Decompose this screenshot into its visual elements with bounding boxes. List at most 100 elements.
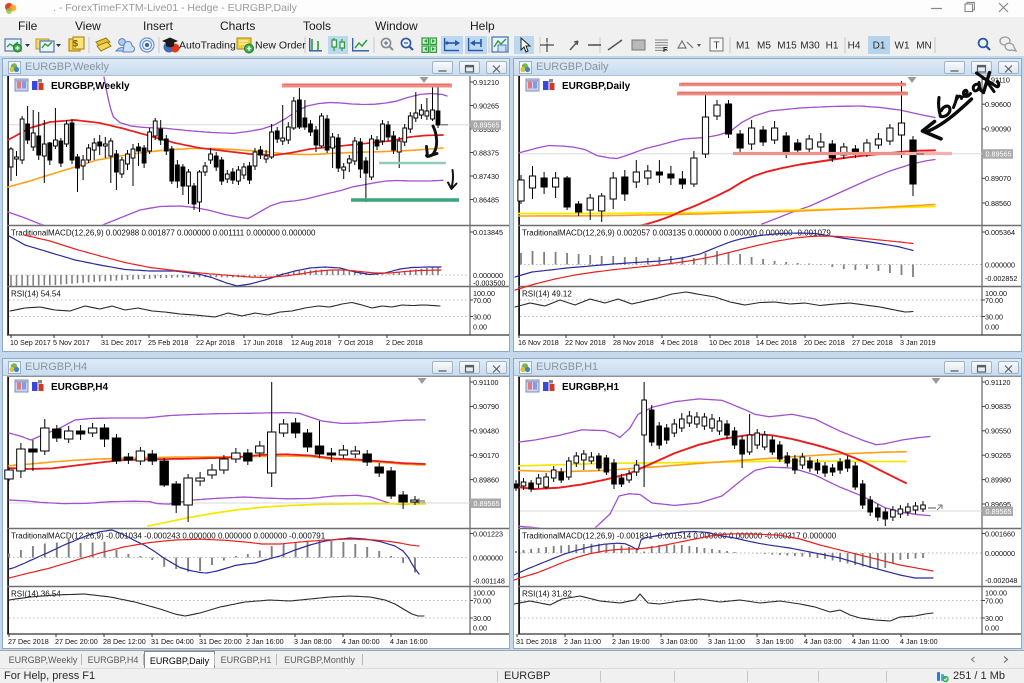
svg-text:17 Jun 2018: 17 Jun 2018 (243, 338, 283, 347)
svg-text:70.00: 70.00 (473, 596, 491, 605)
svg-text:H1: H1 (826, 41, 839, 52)
svg-text:31 Dec 2017: 31 Dec 2017 (101, 338, 142, 347)
svg-text:0.90480: 0.90480 (473, 427, 499, 436)
svg-text:0.00: 0.00 (473, 623, 487, 632)
svg-text:22 Nov 2018: 22 Nov 2018 (565, 338, 606, 347)
svg-text:4 Dec 2018: 4 Dec 2018 (661, 338, 698, 347)
svg-text:5 Nov 2017: 5 Nov 2017 (53, 338, 90, 347)
svg-text:TraditionalMACD(12,26,9) -0.00: TraditionalMACD(12,26,9) -0.001034 -0.00… (11, 532, 326, 541)
svg-text:-0.002852: -0.002852 (985, 274, 1017, 283)
svg-text:EURGBP,H4: EURGBP,H4 (51, 382, 108, 393)
svg-text:D1: D1 (873, 41, 886, 52)
svg-text:25 Feb 2018: 25 Feb 2018 (148, 338, 188, 347)
svg-text:14 Dec 2018: 14 Dec 2018 (756, 338, 797, 347)
svg-text:28 Dec 12:00: 28 Dec 12:00 (103, 637, 146, 646)
svg-text:0.88375: 0.88375 (473, 148, 499, 157)
svg-text:H4: H4 (848, 41, 861, 52)
svg-text:27 Dec 20:00: 27 Dec 20:00 (55, 637, 98, 646)
svg-text:30.00: 30.00 (985, 614, 1003, 623)
svg-text:M30: M30 (800, 41, 820, 52)
svg-text:4 Jan 00:00: 4 Jan 00:00 (342, 637, 380, 646)
svg-text:RSI(14) 49.12: RSI(14) 49.12 (522, 290, 572, 299)
svg-text:0.88560: 0.88560 (985, 199, 1011, 208)
svg-text:0.89070: 0.89070 (985, 174, 1011, 183)
svg-text:0.91210: 0.91210 (473, 78, 499, 87)
svg-text:0.00: 0.00 (473, 322, 487, 331)
svg-text:31 Dec 20:00: 31 Dec 20:00 (199, 637, 242, 646)
svg-text:0.005364: 0.005364 (985, 228, 1015, 237)
svg-text:0.013845: 0.013845 (473, 228, 503, 237)
svg-text:0.00: 0.00 (985, 322, 999, 331)
svg-text:0.89860: 0.89860 (473, 475, 499, 484)
svg-text:3 Jan 11:00: 3 Jan 11:00 (708, 637, 745, 646)
svg-text:30.00: 30.00 (985, 312, 1003, 321)
svg-text:EURGBP,Weekly: EURGBP,Weekly (51, 81, 130, 92)
svg-text:0.90835: 0.90835 (985, 402, 1011, 411)
svg-text:10 Sep 2017: 10 Sep 2017 (10, 338, 51, 347)
svg-text:0.00: 0.00 (985, 623, 999, 632)
svg-text:2 Jan 19:00: 2 Jan 19:00 (612, 637, 650, 646)
svg-text:0.86485: 0.86485 (473, 195, 499, 204)
svg-text:22 Apr 2018: 22 Apr 2018 (196, 338, 235, 347)
svg-text:TraditionalMACD(12,26,9) 0.002: TraditionalMACD(12,26,9) 0.002988 0.0018… (11, 229, 316, 238)
svg-text:$: $ (73, 39, 78, 49)
svg-text:0.90265: 0.90265 (985, 451, 1011, 460)
svg-text:2 Dec 2018: 2 Dec 2018 (386, 338, 423, 347)
svg-text:16 Nov 2018: 16 Nov 2018 (518, 338, 559, 347)
svg-text:0.89565: 0.89565 (474, 121, 500, 130)
svg-text:27 Dec 2018: 27 Dec 2018 (8, 637, 49, 646)
svg-text:27 Dec 2018: 27 Dec 2018 (852, 338, 893, 347)
svg-text:30.00: 30.00 (473, 312, 491, 321)
svg-text:4 Jan 16:00: 4 Jan 16:00 (390, 637, 428, 646)
svg-text:0.90790: 0.90790 (473, 402, 499, 411)
svg-text:31 Dec 2018: 31 Dec 2018 (516, 637, 557, 646)
svg-text:0.87430: 0.87430 (473, 172, 499, 181)
svg-text:0.90265: 0.90265 (473, 101, 499, 110)
svg-text:0.000000: 0.000000 (985, 260, 1015, 269)
svg-text:31 Dec 04:00: 31 Dec 04:00 (151, 637, 194, 646)
svg-text:F: F (663, 47, 668, 54)
svg-text:RSI(14) 54.54: RSI(14) 54.54 (11, 290, 61, 299)
svg-text:20 Dec 2018: 20 Dec 2018 (804, 338, 845, 347)
svg-text:70.00: 70.00 (473, 296, 491, 305)
svg-text:7 Oct 2018: 7 Oct 2018 (338, 338, 373, 347)
svg-text:0.001660: 0.001660 (985, 529, 1015, 538)
svg-text:70.00: 70.00 (985, 296, 1003, 305)
svg-text:4 Jan 11:00: 4 Jan 11:00 (852, 637, 889, 646)
svg-text:-0.003500: -0.003500 (473, 278, 505, 287)
svg-text:3 Jan 03:00: 3 Jan 03:00 (660, 637, 698, 646)
svg-text:T: T (713, 41, 719, 52)
svg-text:New Order: New Order (255, 40, 306, 52)
svg-text:0.000000: 0.000000 (985, 549, 1015, 558)
svg-text:0.89565: 0.89565 (474, 499, 500, 508)
svg-text:0.89980: 0.89980 (985, 475, 1011, 484)
svg-text:EURGBP,H1: EURGBP,H1 (562, 382, 619, 393)
svg-text:30.00: 30.00 (473, 614, 491, 623)
svg-text:0.91100: 0.91100 (473, 378, 498, 387)
svg-text:RSI(14) 36.54: RSI(14) 36.54 (11, 590, 61, 599)
svg-text:0.91120: 0.91120 (985, 378, 1010, 387)
svg-text:0.001223: 0.001223 (473, 529, 503, 538)
svg-text:W1: W1 (895, 41, 910, 52)
svg-text:EURGBP,Daily: EURGBP,Daily (562, 81, 631, 92)
svg-text:0.000000: 0.000000 (473, 553, 503, 562)
svg-text:28 Nov 2018: 28 Nov 2018 (613, 338, 654, 347)
svg-text:0.89565: 0.89565 (986, 507, 1012, 516)
svg-text:4 Jan 03:00: 4 Jan 03:00 (804, 637, 842, 646)
svg-text:3 Jan 19:00: 3 Jan 19:00 (756, 637, 794, 646)
svg-text:-0.001148: -0.001148 (473, 576, 505, 585)
svg-text:-0.002048: -0.002048 (985, 576, 1017, 585)
svg-text:0.90170: 0.90170 (473, 451, 499, 460)
svg-text:2 Jan 16:00: 2 Jan 16:00 (246, 637, 284, 646)
svg-text:0.90550: 0.90550 (985, 427, 1011, 436)
svg-text:M1: M1 (736, 41, 750, 52)
svg-text:RSI(14) 31.82: RSI(14) 31.82 (522, 590, 572, 599)
svg-text:4 Jan 19:00: 4 Jan 19:00 (900, 637, 938, 646)
svg-text:3 Jan 2019: 3 Jan 2019 (900, 338, 936, 347)
svg-text:10 Dec 2018: 10 Dec 2018 (709, 338, 750, 347)
svg-text:3 Jan 08:00: 3 Jan 08:00 (294, 637, 332, 646)
svg-text:70.00: 70.00 (985, 596, 1003, 605)
svg-text:AutoTrading: AutoTrading (179, 40, 236, 52)
svg-text:M15: M15 (777, 41, 797, 52)
svg-text:2 Jan 11:00: 2 Jan 11:00 (564, 637, 601, 646)
